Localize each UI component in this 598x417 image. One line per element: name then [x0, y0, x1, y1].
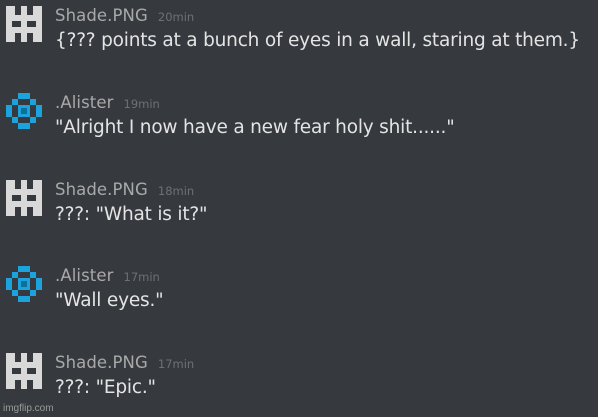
author-name[interactable]: Shade.PNG	[55, 6, 148, 25]
chat-message: .Alister 19min "Alright I now have a new …	[0, 87, 598, 173]
message-timestamp: 20min	[157, 10, 195, 24]
chat-feed: Shade.PNG 20min {??? points at a bunch of…	[0, 0, 598, 417]
alister-avatar-icon[interactable]	[6, 266, 42, 302]
message-header: .Alister 19min	[55, 93, 160, 115]
author-name[interactable]: Shade.PNG	[55, 353, 148, 372]
shade-avatar-icon[interactable]	[6, 6, 42, 42]
chat-message: Shade.PNG 17min ???: "Epic."	[0, 347, 598, 417]
message-timestamp: 18min	[157, 184, 195, 198]
message-header: Shade.PNG 17min	[55, 353, 194, 375]
alister-avatar-icon[interactable]	[6, 93, 42, 129]
imgflip-watermark: imgflip.com	[3, 403, 54, 414]
message-timestamp: 17min	[123, 270, 160, 284]
message-timestamp: 17min	[157, 357, 195, 371]
author-name[interactable]: Shade.PNG	[55, 180, 148, 199]
shade-avatar-icon[interactable]	[6, 353, 42, 389]
message-text: "Alright I now have a new fear holy shit…	[55, 117, 455, 138]
message-text: ???: "What is it?"	[55, 204, 208, 225]
author-name[interactable]: .Alister	[55, 266, 114, 285]
shade-avatar-icon[interactable]	[6, 180, 42, 216]
message-timestamp: 19min	[123, 97, 160, 111]
message-text: {??? points at a bunch of eyes in a wall…	[55, 30, 580, 51]
message-header: Shade.PNG 18min	[55, 180, 194, 202]
message-text: "Wall eyes."	[55, 290, 164, 311]
chat-message: Shade.PNG 18min ???: "What is it?"	[0, 174, 598, 260]
chat-message: .Alister 17min "Wall eyes."	[0, 260, 598, 346]
message-text: ???: "Epic."	[55, 377, 156, 398]
message-header: Shade.PNG 20min	[55, 6, 194, 28]
author-name[interactable]: .Alister	[55, 93, 114, 112]
chat-message: Shade.PNG 20min {??? points at a bunch of…	[0, 0, 598, 86]
message-header: .Alister 17min	[55, 266, 160, 288]
